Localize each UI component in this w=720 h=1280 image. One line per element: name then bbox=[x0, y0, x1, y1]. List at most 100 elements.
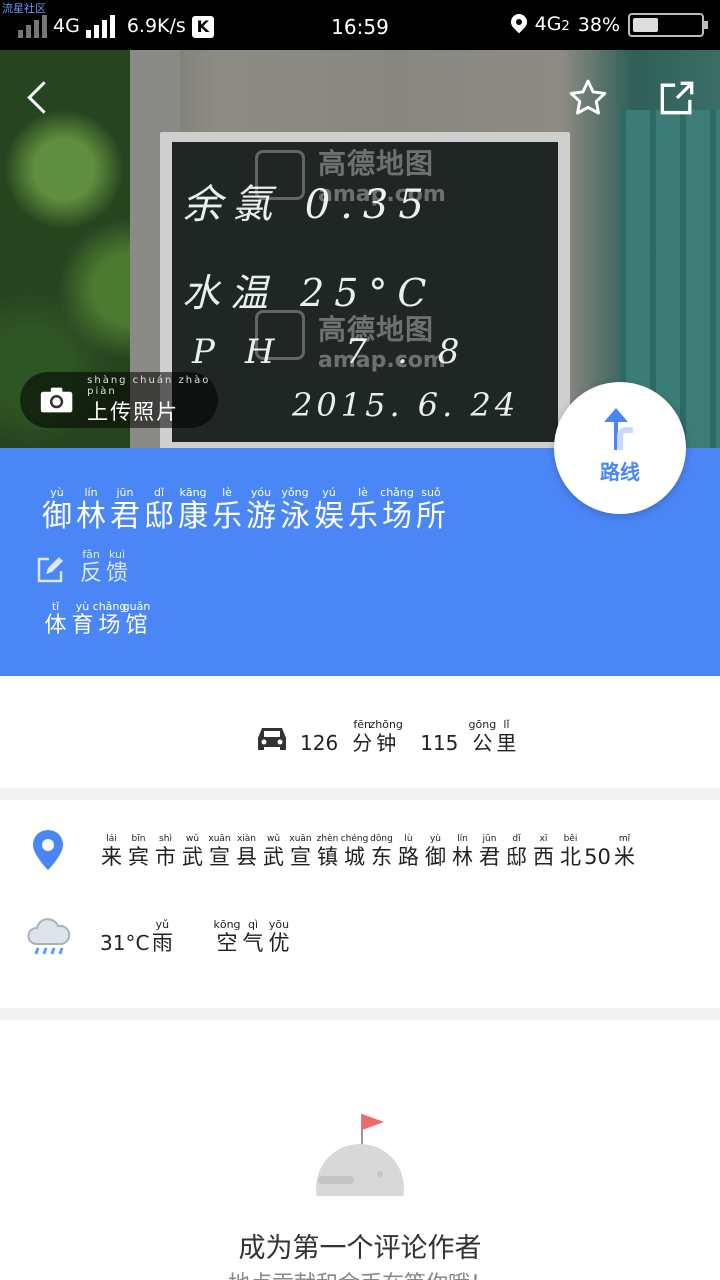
address-char-group-char: 御 bbox=[425, 845, 446, 869]
place-name-char-group: yóu 游 bbox=[244, 486, 278, 533]
place-name-char-group-char: 邸 bbox=[144, 499, 174, 534]
share-button[interactable] bbox=[655, 76, 699, 120]
edit-icon bbox=[37, 557, 63, 583]
address-char-group: dǐ 邸 bbox=[503, 832, 530, 869]
address-char-group-char: 邸 bbox=[506, 845, 527, 869]
air-quality-char: qì 气 bbox=[240, 918, 266, 955]
place-name-char-group-pinyin: yú bbox=[322, 486, 336, 499]
air-quality-char-pinyin: kōng bbox=[213, 918, 241, 931]
favorite-button[interactable] bbox=[566, 76, 610, 120]
route-arrow-icon bbox=[604, 408, 633, 450]
star-icon bbox=[569, 79, 607, 115]
place-name-char-group-char: 场 bbox=[382, 499, 412, 534]
feedback-char-group-pinyin: kuì bbox=[108, 548, 126, 561]
back-button[interactable] bbox=[22, 76, 62, 120]
car-icon bbox=[258, 728, 286, 750]
address-char-group-char: 50 bbox=[584, 845, 611, 869]
place-name-char-group-pinyin: yǒng bbox=[281, 486, 309, 499]
location-pin-icon bbox=[33, 830, 63, 870]
address-char-group-pinyin: lù bbox=[404, 834, 413, 844]
route-label: 路线 bbox=[600, 460, 640, 484]
drive-info-card[interactable]: 126 fēn 分 zhōng 钟 115 gōng 公 lǐ 里 bbox=[0, 676, 720, 788]
feedback-char-group-pinyin: fǎn bbox=[82, 548, 100, 561]
address-char-group-pinyin: wǔ bbox=[185, 834, 200, 844]
address-char-group-pinyin: bīn bbox=[131, 834, 146, 844]
first-comment-prompt[interactable]: 成为第一个评论作者 bbox=[0, 1226, 720, 1265]
place-name-char-group-char: 康 bbox=[178, 499, 208, 534]
address-char-group: lái 来 bbox=[98, 832, 125, 869]
amap-watermark-logo-2 bbox=[255, 310, 305, 360]
address-char-group: wǔ 武 bbox=[260, 832, 287, 869]
amap-watermark-2: 高德地图 amap.com bbox=[318, 313, 446, 373]
address-char-group-char: 北 bbox=[560, 845, 581, 869]
address-char-group-char: 宣 bbox=[290, 845, 311, 869]
address-char-group-pinyin: zhèn bbox=[316, 834, 339, 844]
distance-unit-char-char: 公 bbox=[472, 731, 493, 755]
address-char-group: yù 御 bbox=[422, 832, 449, 869]
address-char-group: běi 北 bbox=[557, 832, 584, 869]
address-char-group: xiàn 县 bbox=[233, 832, 260, 869]
category-char-group-pinyin: yù bbox=[75, 600, 90, 613]
route-button[interactable]: 路线 bbox=[554, 382, 686, 514]
address-char-group-pinyin: dōng bbox=[370, 834, 393, 844]
place-name-char-group-pinyin: lè bbox=[222, 486, 232, 499]
air-quality-char-pinyin: yōu bbox=[268, 918, 290, 931]
place-name-char-group: dǐ 邸 bbox=[142, 486, 176, 533]
address-char-group-pinyin: xī bbox=[539, 834, 548, 844]
feedback-char-group-char: 反 bbox=[79, 561, 102, 586]
minute-unit-char-char: 分 bbox=[352, 731, 373, 755]
address-char-group-char: 城 bbox=[344, 845, 365, 869]
drive-minute-unit: fēn 分 zhōng 钟 bbox=[350, 718, 403, 755]
place-name-char-group-char: 游 bbox=[246, 499, 276, 534]
address-char-group-char: 市 bbox=[155, 845, 176, 869]
category-char-group-pinyin: chǎng bbox=[92, 600, 127, 613]
place-detail-screen: 流星社区 4G 6.9K/s K 16:59 4G2 38% 余氯 0.35 水… bbox=[0, 0, 720, 1280]
location-status-icon bbox=[511, 14, 527, 36]
address-char-group-pinyin: chéng bbox=[340, 834, 369, 844]
camera-icon bbox=[40, 387, 73, 413]
place-name-char-group: jūn 君 bbox=[108, 486, 142, 533]
address-char-group: dōng 东 bbox=[368, 832, 395, 869]
upload-photo-button[interactable]: shàng chuán zhào piàn 上传照片 bbox=[20, 372, 218, 428]
air-quality-char-char: 优 bbox=[268, 931, 290, 955]
address-text[interactable]: lái 来 bīn 宾 shì 市 wǔ 武 xuān 宣 xiàn 县 wǔ 武 xuān 宣 zhèn 镇 ch… bbox=[98, 832, 638, 869]
place-name-char-group-char: 乐 bbox=[212, 499, 242, 534]
moon-flag-icon bbox=[316, 1114, 404, 1196]
place-category: tǐ 体 yù 育 chǎng 场 guǎn 馆 bbox=[42, 600, 150, 638]
first-comment-subtitle: 地点贡献和金币在等你哦！ bbox=[0, 1266, 720, 1280]
address-char-group: xuān 宣 bbox=[287, 832, 314, 869]
address-char-group-char: 武 bbox=[263, 845, 284, 869]
minute-unit-char-pinyin: zhōng bbox=[369, 718, 403, 731]
address-char-group-pinyin: jūn bbox=[482, 834, 497, 844]
address-char-group-pinyin: shì bbox=[159, 834, 172, 844]
air-quality-char-char: 空 bbox=[216, 931, 238, 955]
place-name-char-group-pinyin: yóu bbox=[250, 486, 272, 499]
category-char-group: chǎng 场 bbox=[93, 600, 127, 638]
address-char-group-pinyin: lái bbox=[106, 834, 117, 844]
address-char-group-char: 宣 bbox=[209, 845, 230, 869]
place-name-char-group: yù 御 bbox=[40, 486, 74, 533]
drive-distance: 115 bbox=[420, 731, 459, 755]
address-char-group-char: 米 bbox=[614, 845, 635, 869]
address-char-group-char: 林 bbox=[452, 845, 473, 869]
address-char-group-pinyin: xiàn bbox=[236, 834, 257, 844]
air-quality-char-char: 气 bbox=[242, 931, 264, 955]
address-char-group-char: 西 bbox=[533, 845, 554, 869]
place-name-char-group-pinyin: jūn bbox=[116, 486, 134, 499]
category-char-group-char: 场 bbox=[98, 613, 121, 638]
address-char-group: mǐ 米 bbox=[611, 832, 638, 869]
status-bar: 流星社区 4G 6.9K/s K 16:59 4G2 38% bbox=[0, 0, 720, 50]
place-name-char-group-pinyin: dǐ bbox=[153, 486, 165, 499]
distance-unit-char: gōng 公 bbox=[469, 718, 497, 755]
category-char-group-char: 体 bbox=[44, 613, 67, 638]
minute-unit-char-pinyin: fēn bbox=[353, 718, 371, 731]
distance-unit-char-pinyin: lǐ bbox=[503, 718, 510, 731]
place-name-char-group: lè 乐 bbox=[210, 486, 244, 533]
category-char-group-pinyin: guǎn bbox=[122, 600, 151, 613]
place-name-char-group: yú 娱 bbox=[312, 486, 346, 533]
address-char-group-pinyin: dǐ bbox=[512, 834, 521, 844]
feedback-button[interactable]: fǎn 反 kuì 馈 bbox=[36, 548, 130, 586]
place-name-char-group-char: 君 bbox=[110, 499, 140, 534]
address-char-group-char: 县 bbox=[236, 845, 257, 869]
address-char-group-char: 路 bbox=[398, 845, 419, 869]
